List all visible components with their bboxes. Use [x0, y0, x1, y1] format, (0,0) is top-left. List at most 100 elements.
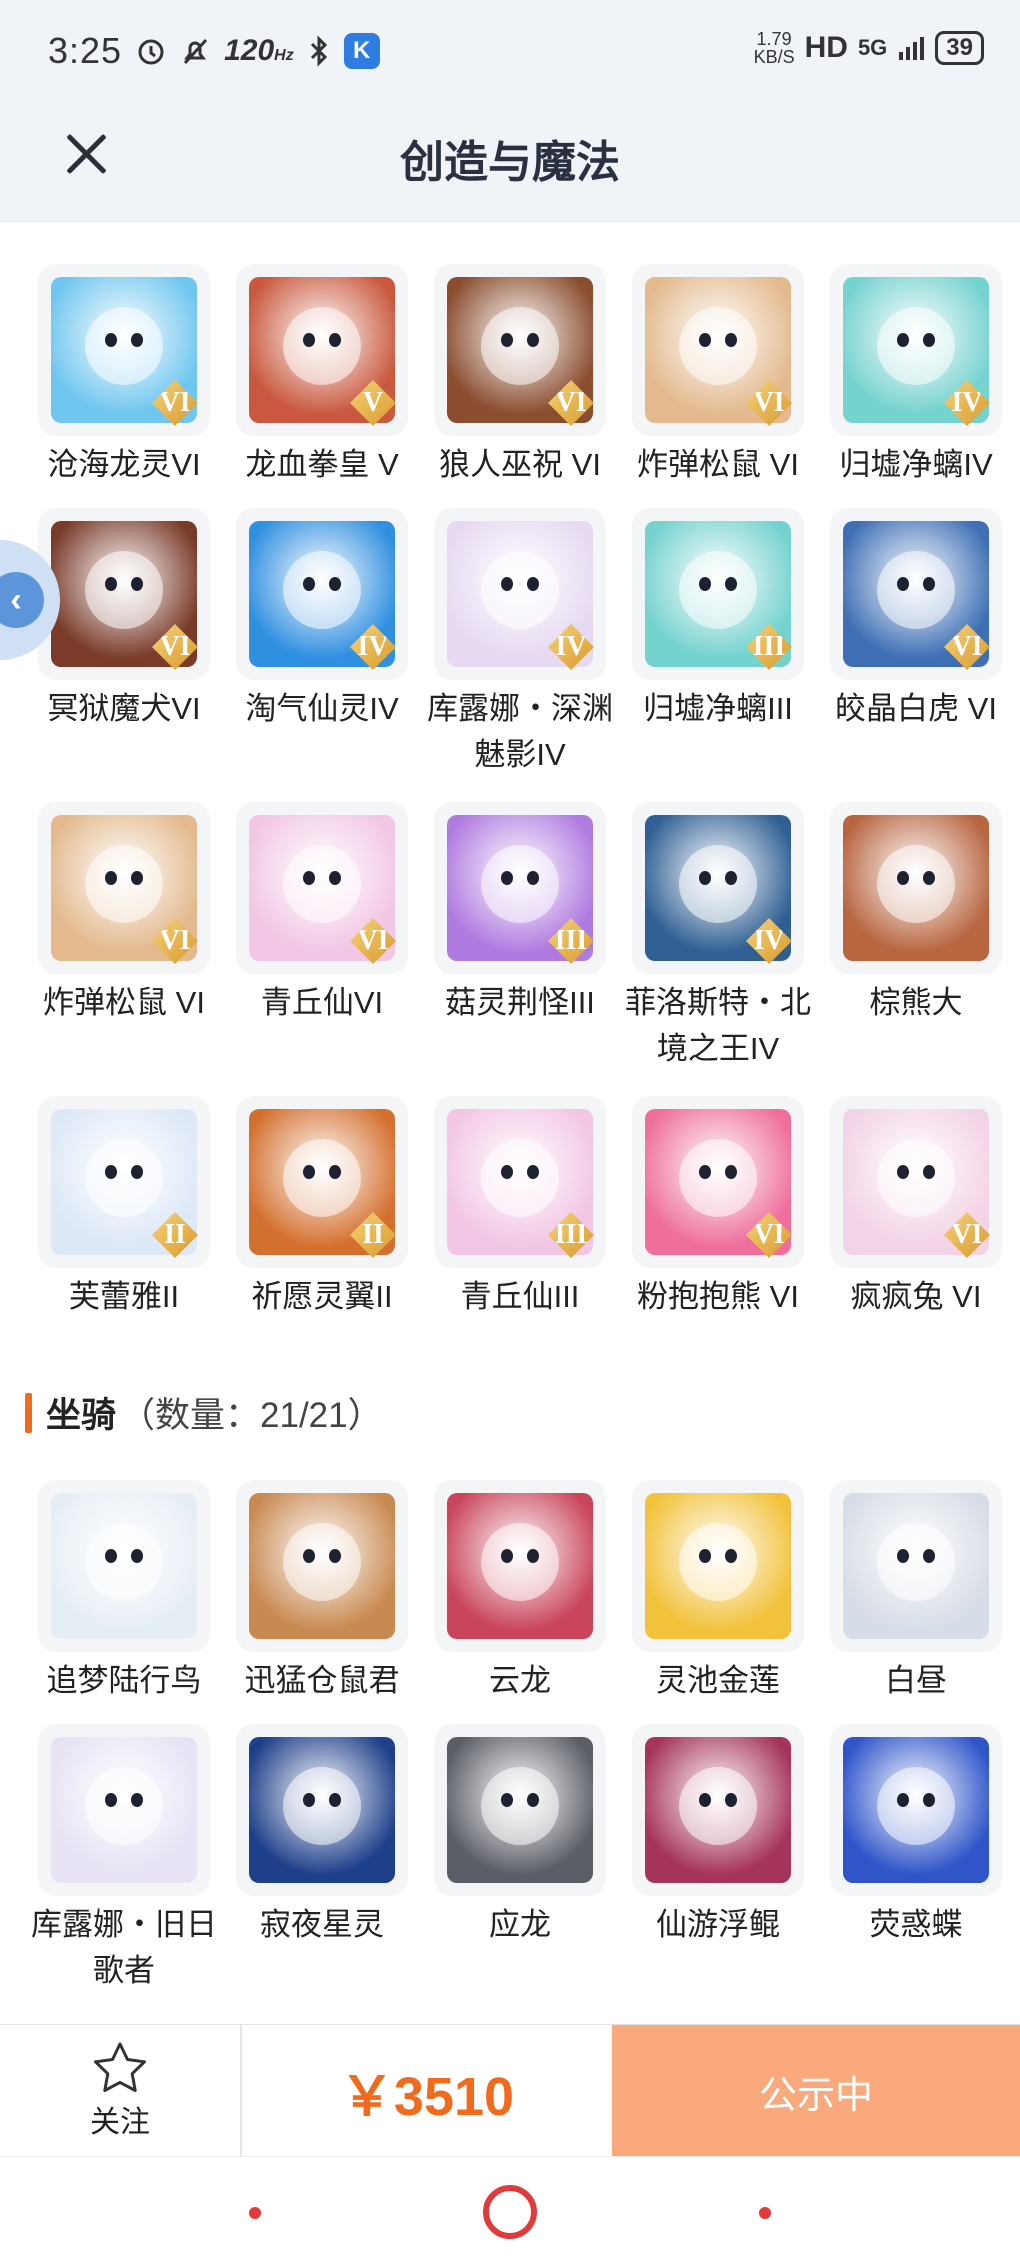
pet-item[interactable]: IV 归墟净螭IV — [817, 264, 1015, 508]
item-thumbnail — [632, 1480, 804, 1652]
item-thumbnail — [236, 1724, 408, 1896]
item-label: 疯疯兔 VI — [850, 1279, 982, 1314]
net-speed: 1.79 KB/S — [754, 30, 795, 66]
character-image — [447, 1493, 593, 1639]
status-time: 3:25 — [48, 30, 123, 71]
item-thumbnail — [830, 1480, 1002, 1652]
mount-item[interactable]: 荧惑蝶 — [817, 1724, 1015, 2018]
item-label: 仙游浮鲲 — [656, 1907, 780, 1942]
pet-item[interactable]: IV 淘气仙灵IV — [223, 508, 421, 802]
item-label: 库露娜・旧日歌者 — [31, 1907, 217, 1988]
mount-item[interactable]: 库露娜・旧日歌者 — [25, 1724, 223, 2018]
item-label: 云龙 — [489, 1663, 551, 1698]
pet-item[interactable]: II 祈愿灵翼II — [223, 1096, 421, 1346]
pet-item[interactable]: VI 冥狱魔犬VI — [25, 508, 223, 802]
status-button[interactable]: 公示中 — [612, 2025, 1020, 2157]
character-image — [447, 1737, 593, 1883]
mount-item[interactable]: 云龙 — [421, 1480, 619, 1724]
mounts-section-header: 坐骑 （数量：21/21） — [25, 1387, 383, 1438]
pet-item[interactable]: III 菇灵荆怪III — [421, 802, 619, 1096]
item-thumbnail: VI — [830, 1096, 1002, 1268]
item-label: 荧惑蝶 — [869, 1907, 963, 1942]
item-label: 白昼 — [885, 1663, 947, 1698]
character-image — [645, 1737, 791, 1883]
character-image — [51, 1493, 197, 1639]
item-thumbnail: IV — [236, 508, 408, 680]
item-thumbnail — [38, 1480, 210, 1652]
character-image — [843, 1737, 989, 1883]
item-thumbnail: VI — [632, 264, 804, 436]
nav-back-button[interactable] — [249, 2207, 261, 2219]
item-thumbnail: II — [236, 1096, 408, 1268]
alarm-icon — [138, 39, 164, 65]
item-thumbnail: II — [38, 1096, 210, 1268]
mount-item[interactable]: 白昼 — [817, 1480, 1015, 1724]
nav-recents-button[interactable] — [759, 2207, 771, 2219]
pets-grid: VI 沧海龙灵VI V 龙血拳皇 V VI 狼人巫祝 VI VI 炸弹松鼠 VI IV 归墟净螭I… — [25, 264, 1015, 1346]
price-label: ￥3510 — [339, 2066, 515, 2127]
mount-item[interactable]: 灵池金莲 — [619, 1480, 817, 1724]
section-accent-bar — [25, 1392, 32, 1433]
item-label: 库露娜・深渊魅影IV — [427, 691, 613, 772]
content-area[interactable]: VI 沧海龙灵VI V 龙血拳皇 V VI 狼人巫祝 VI VI 炸弹松鼠 VI IV 归墟净螭I… — [0, 222, 1020, 2024]
mount-item[interactable]: 寂夜星灵 — [223, 1724, 421, 2018]
item-label: 粉抱抱熊 VI — [637, 1279, 799, 1314]
item-thumbnail: VI — [236, 802, 408, 974]
pet-item[interactable]: VI 炸弹松鼠 VI — [619, 264, 817, 508]
pet-item[interactable]: V 龙血拳皇 V — [223, 264, 421, 508]
item-thumbnail: V — [236, 264, 408, 436]
pet-item[interactable]: 棕熊大 — [817, 802, 1015, 1096]
character-image — [249, 1493, 395, 1639]
mount-item[interactable]: 迅猛仓鼠君 — [223, 1480, 421, 1724]
item-label: 棕熊大 — [869, 985, 963, 1020]
battery-indicator: 39 — [935, 31, 984, 65]
item-label: 菲洛斯特・北境之王IV — [625, 985, 811, 1066]
pet-item[interactable]: VI 粉抱抱熊 VI — [619, 1096, 817, 1346]
mount-item[interactable]: 仙游浮鲲 — [619, 1724, 817, 2018]
page-header: 创造与魔法 — [0, 104, 1020, 222]
item-label: 沧海龙灵VI — [47, 447, 201, 482]
item-label: 灵池金莲 — [656, 1663, 780, 1698]
item-label: 冥狱魔犬VI — [47, 691, 201, 726]
pet-item[interactable]: III 归墟净螭III — [619, 508, 817, 802]
section-title: 坐骑 — [46, 1396, 117, 1435]
item-thumbnail: VI — [434, 264, 606, 436]
pet-item[interactable]: VI 炸弹松鼠 VI — [25, 802, 223, 1096]
system-nav-bar — [0, 2156, 1020, 2267]
item-label: 皎晶白虎 VI — [835, 691, 997, 726]
pet-item[interactable]: VI 狼人巫祝 VI — [421, 264, 619, 508]
pet-item[interactable]: VI 皎晶白虎 VI — [817, 508, 1015, 802]
mute-bell-icon — [183, 38, 208, 65]
pet-item[interactable]: III 青丘仙III — [421, 1096, 619, 1346]
item-thumbnail: IV — [434, 508, 606, 680]
pet-item[interactable]: IV 库露娜・深渊魅影IV — [421, 508, 619, 802]
net-speed-value: 1.79 — [756, 29, 792, 49]
item-thumbnail: IV — [830, 264, 1002, 436]
signal-label: 5G — [857, 35, 888, 60]
item-thumbnail: VI — [38, 802, 210, 974]
mount-item[interactable]: 应龙 — [421, 1724, 619, 2018]
item-label: 淘气仙灵IV — [245, 691, 399, 726]
mount-item[interactable]: 追梦陆行鸟 — [25, 1480, 223, 1724]
item-label: 菇灵荆怪III — [445, 985, 595, 1020]
item-thumbnail — [830, 1724, 1002, 1896]
pet-item[interactable]: II 芙蕾雅II — [25, 1096, 223, 1346]
item-label: 归墟净螭III — [643, 691, 793, 726]
item-thumbnail: VI — [632, 1096, 804, 1268]
item-thumbnail: III — [434, 1096, 606, 1268]
status-left: 3:25 120Hz K — [48, 30, 380, 72]
nav-home-button[interactable] — [483, 2185, 537, 2239]
item-thumbnail: III — [632, 508, 804, 680]
item-thumbnail — [434, 1480, 606, 1652]
item-label: 狼人巫祝 VI — [439, 447, 601, 482]
net-speed-unit: KB/S — [753, 47, 795, 67]
item-label: 归墟净螭IV — [839, 447, 993, 482]
follow-button[interactable]: 关注 — [0, 2025, 242, 2157]
item-thumbnail — [632, 1724, 804, 1896]
item-thumbnail: III — [434, 802, 606, 974]
pet-item[interactable]: VI 疯疯兔 VI — [817, 1096, 1015, 1346]
item-label: 龙血拳皇 V — [245, 447, 399, 482]
pet-item[interactable]: VI 沧海龙灵VI — [25, 264, 223, 508]
pet-item[interactable]: VI 青丘仙VI — [223, 802, 421, 1096]
pet-item[interactable]: IV 菲洛斯特・北境之王IV — [619, 802, 817, 1096]
